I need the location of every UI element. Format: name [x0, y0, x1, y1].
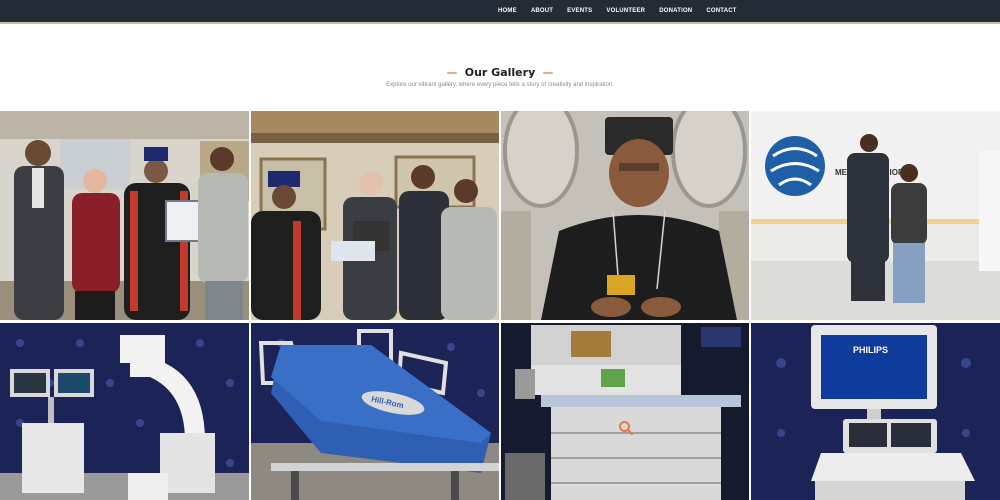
nav-home[interactable]: HOME — [498, 8, 517, 14]
main-nav: HOME ABOUT EVENTS VOLUNTEER DONATION CON… — [498, 0, 737, 22]
gallery-tile-6[interactable]: Hill-Rom — [251, 323, 499, 500]
nav-about[interactable]: ABOUT — [531, 8, 553, 14]
photo-clergy-portrait — [501, 111, 749, 320]
gallery-tile-2[interactable] — [251, 111, 499, 320]
title-accent-right — [543, 71, 554, 74]
gallery-tile-4[interactable]: MEDICAL ETHIOPIA — [751, 111, 1000, 320]
search-icon[interactable] — [618, 420, 634, 436]
photo-office-visit: MEDICAL ETHIOPIA — [751, 111, 1000, 320]
nav-donation[interactable]: DONATION — [659, 8, 692, 14]
nav-volunteer[interactable]: VOLUNTEER — [606, 8, 645, 14]
gallery-tile-8[interactable]: PHILIPS — [751, 323, 1000, 500]
gallery-heading: Our Gallery — [0, 66, 1000, 79]
nav-contact[interactable]: CONTACT — [706, 8, 736, 14]
photo-ultrasound-machine: PHILIPS — [751, 323, 1000, 500]
photo-c-arm-xray — [0, 323, 249, 500]
photo-award-group — [0, 111, 249, 320]
top-navbar: HOME ABOUT EVENTS VOLUNTEER DONATION CON… — [0, 0, 1000, 24]
title-accent-left — [446, 71, 457, 74]
brand-text-philips: PHILIPS — [853, 345, 888, 355]
gallery-subtitle: Explore our vibrant gallery, where every… — [386, 82, 614, 88]
photo-hospital-bed: Hill-Rom — [251, 323, 499, 500]
photo-certificate-presentation — [251, 111, 499, 320]
gallery-grid: MEDICAL ETHIOPIA — [0, 111, 1000, 500]
gallery-tile-5[interactable] — [0, 323, 249, 500]
nav-events[interactable]: EVENTS — [567, 8, 592, 14]
photo-anesthesia-machine — [501, 323, 749, 500]
gallery-tile-7[interactable] — [501, 323, 749, 500]
gallery-tile-3[interactable] — [501, 111, 749, 320]
gallery-tile-1[interactable] — [0, 111, 249, 320]
search-icon-glyph — [619, 421, 634, 436]
page-title: Our Gallery — [464, 66, 536, 79]
